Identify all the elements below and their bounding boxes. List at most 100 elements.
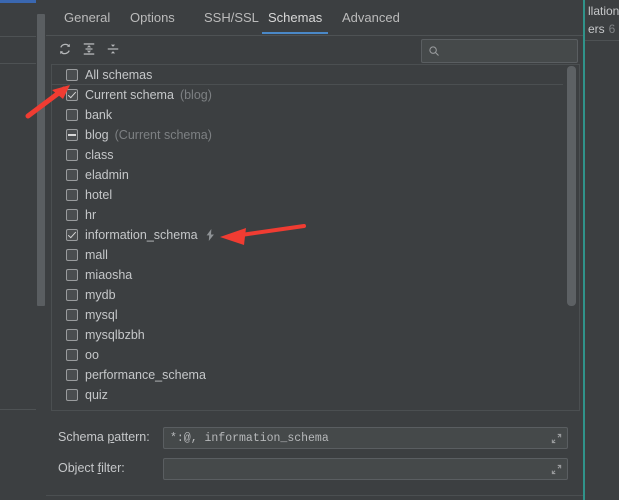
object-filter-label-a: Object [58,461,98,475]
schema-list-item[interactable]: performance_schema [52,365,563,385]
schema-item-label: hotel [85,188,113,202]
schema-item-label: miaosha [85,268,133,282]
search-icon [428,45,440,57]
tab-advanced-label: Advanced [342,10,400,25]
right-panel-body [585,41,619,500]
right-fragment-line1: llations [588,4,619,18]
object-filter-label-b: ilter: [101,461,125,475]
schema-checkbox[interactable] [66,289,78,301]
schema-item-label: performance_schema [85,368,206,382]
right-fragment-count: 6 [608,22,616,36]
schema-item-label: Current schema [85,88,174,102]
schema-checkbox[interactable] [66,149,78,161]
schema-checkbox[interactable] [66,209,78,221]
tab-options[interactable]: Options [124,6,181,30]
lightning-bolt-icon [205,229,216,241]
schema-checkbox[interactable] [66,109,78,121]
schema-item-note: (blog) [179,88,212,102]
schema-pattern-label-b: attern: [114,430,150,444]
schema-checkbox[interactable] [66,69,78,81]
expand-editor-icon[interactable] [548,430,564,446]
refresh-button[interactable] [54,39,76,61]
schema-list-scrollbar-thumb[interactable] [567,66,576,306]
schema-item-label: oo [85,348,99,362]
object-filter-label: Object filter: [58,461,125,475]
schema-list-item[interactable]: mysql [52,305,563,325]
schema-item-label: mall [85,248,108,262]
object-filter-input[interactable] [163,458,568,480]
search-input[interactable] [440,42,607,60]
schema-item-label: information_schema [85,228,198,242]
schema-checkbox[interactable] [66,329,78,341]
schema-list-item[interactable]: bank [52,105,563,125]
schema-pattern-value: *:@, information_schema [170,431,329,445]
schema-checkbox[interactable] [66,389,78,401]
filter-fields-section: Schema pattern: *:@, information_schema [46,415,583,500]
schema-item-label: mysqlbzbh [85,328,145,342]
schema-search-box[interactable] [421,39,607,63]
schema-item-label: blog [85,128,109,142]
schema-list-item[interactable]: oo [52,345,563,365]
refresh-icon [58,42,72,59]
schema-checkbox[interactable] [66,129,78,141]
schema-list-item[interactable]: information_schema [52,225,563,245]
schema-list-item[interactable]: blog (Current schema) [52,125,563,145]
right-fragment-line2: ers 6 [588,22,615,36]
schema-checkbox[interactable] [66,89,78,101]
collapse-all-button[interactable] [102,39,124,61]
tab-general[interactable]: General [58,6,116,30]
schemas-toolbar [46,36,607,64]
schema-checkbox[interactable] [66,309,78,321]
schema-pattern-label-a: Schema [58,430,108,444]
left-partial-panel: ) s) [0,0,36,500]
collapse-all-icon [106,42,120,59]
schema-list-item[interactable]: mysqlbzbh [52,325,563,345]
schema-list-scrollbar-track[interactable] [565,65,579,408]
schema-item-label: eladmin [85,168,129,182]
schema-list-item[interactable]: Current schema (blog) [52,85,563,105]
expand-editor-icon[interactable] [548,461,564,477]
tab-schemas[interactable]: Schemas [262,6,329,34]
schema-list-item[interactable]: quiz [52,385,563,405]
schema-item-label: mydb [85,288,116,302]
tab-schemas-label: Schemas [268,10,323,25]
schema-item-note: (Current schema) [114,128,212,142]
expand-all-button[interactable] [78,39,100,61]
left-panel-divider-2 [0,63,36,64]
schema-pattern-input[interactable]: *:@, information_schema [163,427,568,449]
schema-checkbox[interactable] [66,189,78,201]
fields-bottom-separator [46,495,583,496]
tab-ssh-ssl-label: SSH/SSL [204,10,259,25]
schema-checkbox[interactable] [66,169,78,181]
schema-list-panel: All schemas Current schema (blog) bank blog (… [51,64,580,411]
schema-list-item[interactable]: mydb [52,285,563,305]
schema-list-item[interactable]: hotel [52,185,563,205]
active-tab-underline [262,32,329,34]
schema-checkbox[interactable] [66,369,78,381]
schema-list-item[interactable]: class [52,145,563,165]
schema-list-item[interactable]: All schemas [52,65,563,85]
schema-checkbox[interactable] [66,349,78,361]
schema-item-label: mysql [85,308,118,322]
schema-list-item[interactable]: mall [52,245,563,265]
schema-checkbox[interactable] [66,249,78,261]
schema-list-item[interactable]: eladmin [52,165,563,185]
right-fragment-line2-text: ers [588,22,605,36]
schema-checkbox[interactable] [66,269,78,281]
schema-pattern-label: Schema pattern: [58,430,150,444]
schema-item-label: quiz [85,388,108,402]
left-panel-divider-3 [0,409,36,410]
schema-list-item[interactable]: miaosha [52,265,563,285]
schema-item-label: bank [85,108,113,122]
schema-checkbox[interactable] [66,229,78,241]
tab-bar: General Options SSH/SSL Schemas Advanced [46,0,583,36]
left-panel-scrollbar-thumb[interactable] [37,14,45,306]
schema-list-item[interactable]: hr [52,205,563,225]
data-source-properties-dialog: General Options SSH/SSL Schemas Advanced [46,0,607,500]
tab-advanced[interactable]: Advanced [336,6,406,30]
left-panel-divider-1 [0,36,36,37]
schema-pattern-row: Schema pattern: *:@, information_schema [46,427,583,451]
tab-options-label: Options [130,10,175,25]
schema-item-label: All schemas [85,68,153,82]
tab-ssh-ssl[interactable]: SSH/SSL [198,6,265,30]
